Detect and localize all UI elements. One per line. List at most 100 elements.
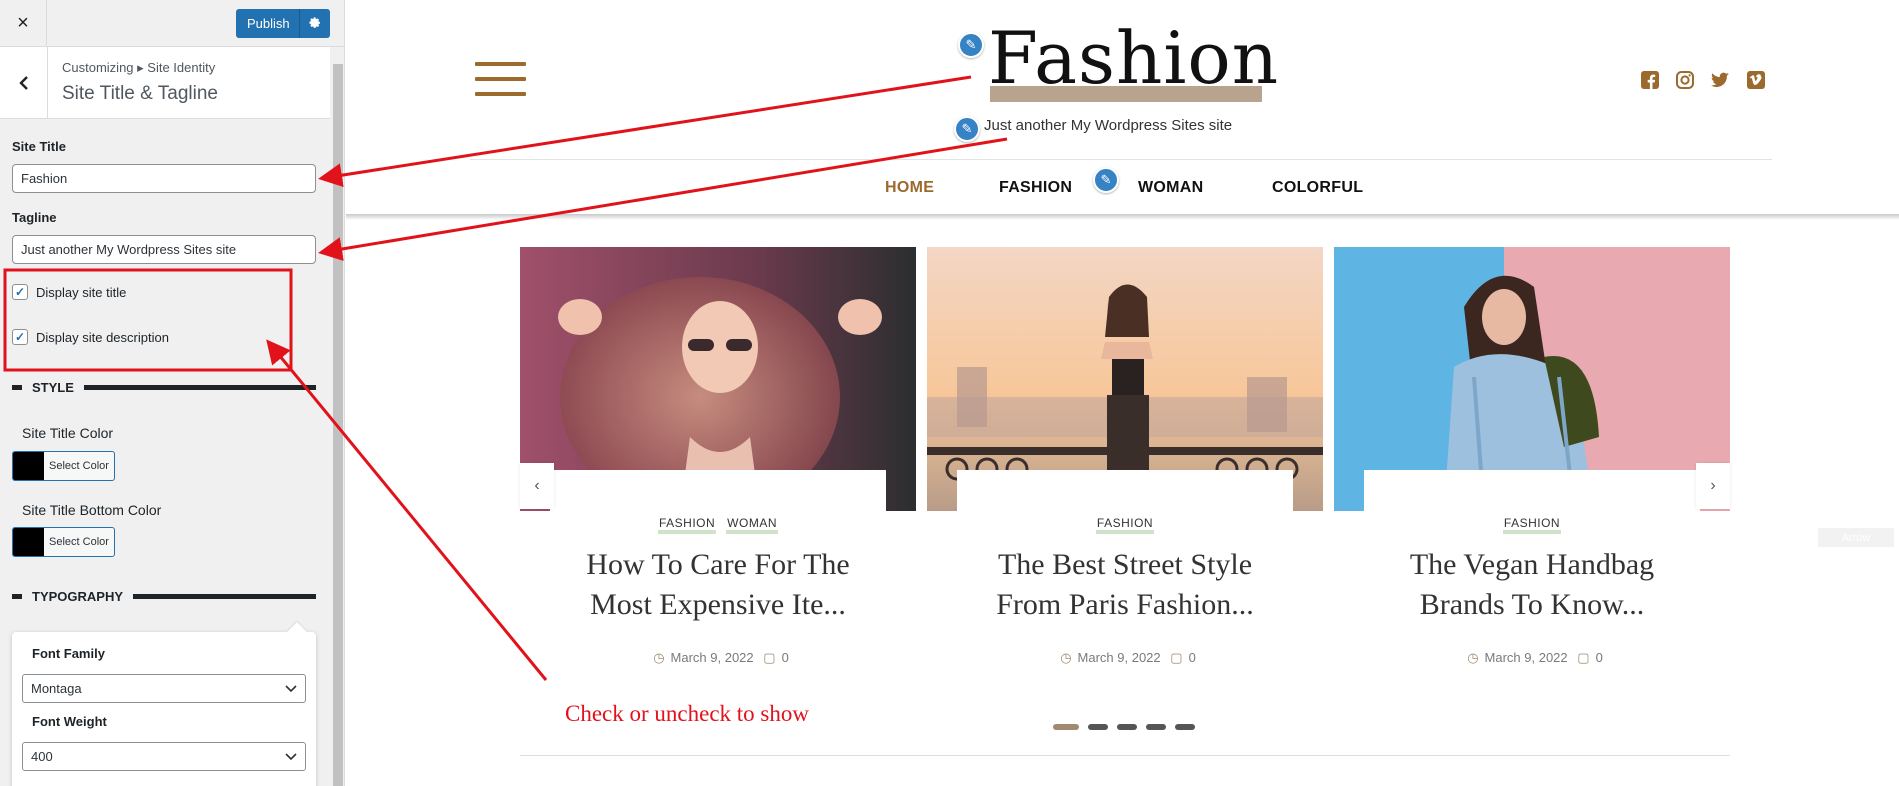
select-color-label: Select Color bbox=[49, 536, 109, 548]
site-title-bottom-color-label: Site Title Bottom Color bbox=[22, 502, 162, 518]
post-title-line: The Vegan Handbag bbox=[1409, 548, 1655, 581]
typography-panel: Font Family Montaga Font Weight 400 bbox=[12, 622, 316, 786]
font-family-value: Montaga bbox=[31, 681, 82, 696]
gear-icon[interactable] bbox=[300, 17, 330, 30]
comment-icon: ▢ bbox=[763, 650, 776, 665]
nav-item-woman[interactable]: WOMAN bbox=[1138, 179, 1203, 197]
slider-dot[interactable] bbox=[1146, 724, 1166, 730]
section-header: Customizing ▸ Site Identity Site Title &… bbox=[0, 47, 330, 119]
post-title-line: Brands To Know... bbox=[1419, 588, 1645, 621]
section-title: Site Title & Tagline bbox=[62, 83, 218, 104]
chevron-down-icon bbox=[285, 752, 297, 760]
font-family-label: Font Family bbox=[32, 646, 105, 661]
site-title-color-picker[interactable]: Select Color bbox=[12, 451, 115, 481]
post-title-line: Most Expensive Ite... bbox=[590, 588, 846, 621]
typography-heading-text: TYPOGRAPHY bbox=[32, 589, 124, 604]
instagram-icon[interactable] bbox=[1675, 70, 1695, 90]
post-comments: 0 bbox=[781, 650, 789, 665]
post-meta-1: ◷ March 9, 2022 ▢ 0 bbox=[520, 650, 916, 666]
site-title-bottom-color-picker[interactable]: Select Color bbox=[12, 527, 115, 557]
annotation-text: Check or uncheck to show bbox=[565, 701, 809, 726]
post-card-2 bbox=[957, 470, 1293, 511]
clock-icon: ◷ bbox=[653, 650, 665, 665]
nav-item-fashion[interactable]: FASHION bbox=[999, 179, 1072, 197]
nav-item-home[interactable]: HOME bbox=[885, 179, 934, 197]
site-tagline[interactable]: Just another My Wordpress Sites site bbox=[984, 117, 1232, 134]
color-swatch bbox=[13, 452, 44, 480]
nav-divider bbox=[470, 159, 1772, 160]
post-title-3[interactable]: The Vegan Handbag Brands To Know... bbox=[1334, 545, 1730, 625]
twitter-icon[interactable] bbox=[1710, 70, 1730, 90]
category-tag[interactable]: FASHION bbox=[1095, 516, 1155, 534]
customizer-topbar: × Publish bbox=[0, 0, 344, 47]
site-preview: Fashion Just another My Wordpress Sites … bbox=[346, 0, 1899, 786]
font-family-select[interactable]: Montaga bbox=[22, 674, 306, 703]
edit-tagline-pencil-icon[interactable]: ✎ bbox=[954, 116, 980, 142]
display-site-description-checkbox[interactable]: ✓ bbox=[12, 329, 28, 345]
menu-hamburger-icon[interactable] bbox=[475, 62, 526, 100]
category-tag[interactable]: FASHION bbox=[1502, 516, 1562, 534]
display-site-title-checkbox[interactable]: ✓ bbox=[12, 284, 28, 300]
post-comments: 0 bbox=[1595, 650, 1603, 665]
font-weight-label: Font Weight bbox=[32, 714, 107, 729]
post-card-1 bbox=[550, 470, 886, 511]
edit-site-title-pencil-icon[interactable]: ✎ bbox=[958, 32, 984, 58]
slider-prev-button[interactable]: ‹ bbox=[520, 463, 554, 509]
color-swatch bbox=[13, 528, 44, 556]
customizer-sidebar: × Publish Customizing ▸ Site Identity Si… bbox=[0, 0, 345, 786]
post-date: March 9, 2022 bbox=[1484, 650, 1568, 665]
close-icon: × bbox=[17, 11, 29, 34]
content-divider bbox=[520, 755, 1730, 756]
back-button[interactable] bbox=[0, 47, 48, 119]
chevron-left-icon bbox=[18, 76, 28, 90]
display-site-title-row[interactable]: ✓ Display site title bbox=[12, 284, 126, 300]
post-title-line: From Paris Fashion... bbox=[996, 588, 1254, 621]
post-meta-3: ◷ March 9, 2022 ▢ 0 bbox=[1334, 650, 1730, 666]
site-title-label: Site Title bbox=[12, 139, 66, 154]
chevron-right-icon: › bbox=[1710, 477, 1716, 494]
site-title-color-label: Site Title Color bbox=[22, 425, 114, 441]
post-title-1[interactable]: How To Care For The Most Expensive Ite..… bbox=[520, 545, 916, 625]
post-card-3 bbox=[1364, 470, 1700, 511]
site-title-input[interactable] bbox=[12, 164, 316, 193]
chevron-down-icon bbox=[285, 684, 297, 692]
post-comments: 0 bbox=[1188, 650, 1196, 665]
slider-next-button[interactable]: › bbox=[1696, 463, 1730, 509]
font-weight-select[interactable]: 400 bbox=[22, 742, 306, 771]
header-shadow bbox=[346, 214, 1899, 220]
display-site-title-label: Display site title bbox=[36, 284, 127, 300]
post-date: March 9, 2022 bbox=[670, 650, 754, 665]
display-site-description-row[interactable]: ✓ Display site description bbox=[12, 329, 169, 345]
post-date: March 9, 2022 bbox=[1077, 650, 1161, 665]
chevron-left-icon: ‹ bbox=[534, 477, 540, 494]
clock-icon: ◷ bbox=[1060, 650, 1072, 665]
slider-dot[interactable] bbox=[1088, 724, 1108, 730]
tagline-input[interactable] bbox=[12, 235, 316, 264]
post-title-line: The Best Street Style bbox=[997, 548, 1253, 581]
sidebar-scrollbar-thumb[interactable] bbox=[333, 64, 343, 786]
post-title-2[interactable]: The Best Street Style From Paris Fashion… bbox=[927, 545, 1323, 625]
close-button[interactable]: × bbox=[0, 0, 47, 46]
category-tag[interactable]: FASHION bbox=[657, 516, 717, 534]
slider-dot[interactable] bbox=[1053, 724, 1079, 730]
edit-menu-pencil-icon[interactable]: ✎ bbox=[1093, 167, 1119, 193]
post-categories-3: FASHION bbox=[1334, 516, 1730, 534]
typography-heading: TYPOGRAPHY bbox=[12, 589, 316, 604]
category-tag[interactable]: WOMAN bbox=[726, 516, 778, 534]
slider-dot[interactable] bbox=[1175, 724, 1195, 730]
nav-item-colorful[interactable]: COLORFUL bbox=[1272, 179, 1363, 197]
style-heading: STYLE bbox=[12, 380, 316, 395]
post-categories-2: FASHION bbox=[927, 516, 1323, 534]
display-site-description-label: Display site description bbox=[36, 329, 169, 345]
post-meta-2: ◷ March 9, 2022 ▢ 0 bbox=[927, 650, 1323, 666]
slider-dots bbox=[1053, 724, 1195, 730]
clock-icon: ◷ bbox=[1467, 650, 1479, 665]
comment-icon: ▢ bbox=[1577, 650, 1590, 665]
slider-dot[interactable] bbox=[1117, 724, 1137, 730]
publish-button[interactable]: Publish bbox=[236, 9, 330, 38]
site-title[interactable]: Fashion bbox=[988, 22, 1279, 94]
style-heading-text: STYLE bbox=[32, 380, 74, 395]
vimeo-icon[interactable] bbox=[1746, 70, 1766, 90]
font-weight-value: 400 bbox=[31, 749, 53, 764]
facebook-icon[interactable] bbox=[1640, 70, 1660, 90]
